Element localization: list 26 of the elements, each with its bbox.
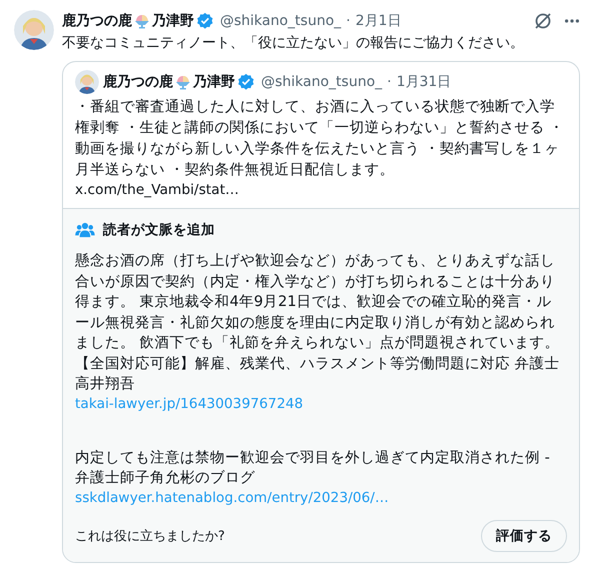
author-handle: @shikano_tsuno_ [220,13,342,29]
author-name: 鹿乃つの鹿 [62,12,132,30]
avatar [14,10,54,50]
slashed-circle-icon[interactable] [533,11,553,31]
helpful-question: これは役に立ちましたか? [75,528,225,544]
author-handle: @shikano_tsuno_ [261,74,382,90]
quoted-post-text: ・番組で審査通過した人に対して、お酒に入っている状態で独断で入学権剥奪 ・生徒と講師の関係において「一切逆らわない」と誓約させる ・動画を撮りながら新しい入学条件を伝えたいと言う ・契約書写しを１ヶ月半送らない ・契約条件無視近日配信します。 [75,98,565,180]
quoted-post-link[interactable]: x.com/the_Vambi/stat… [75,181,567,200]
note-heading: 読者が文脈を追加 [103,221,215,239]
post-date[interactable]: 2月1日 [355,12,402,30]
note-text: 懸念お酒の席（打ち上げや歓迎会など）があっても、とりあえずな話し合いが原因で契約（内定・権入学など）が打ち切られることは十分あり得ます。 東京地裁令和4年9月21日では、歓迎会での確立恥的発言・ルール無視発言・礼節欠如の態度を理由に内定取り消しが有効と認められました。 飲酒下でも「礼節を弁えられない」点が問題視されています。 [75,252,561,353]
rate-button[interactable]: 評価する [481,520,567,552]
shaved-ice-icon [175,74,191,90]
post-text: 不要なコミュニティノート、「役に立たない」の報告にご協力ください。 [62,34,525,53]
separator: · [387,74,392,90]
note-text: 内定しても注意は禁物ー歓迎会で羽目を外し過ぎて内定取消された例 - 弁護士師子角允彬のブログ [75,448,551,488]
author-name: 乃津野 [152,12,194,30]
note-text: 【全国対応可能】解雇、残業代、ハラスメント等労働問題に対応 弁護士高井翔吾 [75,354,561,394]
author-name: 乃津野 [193,73,235,91]
avatar [75,70,99,94]
people-icon [75,222,95,238]
separator: · [346,13,350,29]
post-date[interactable]: 1月31日 [396,73,452,91]
author-name: 鹿乃つの鹿 [103,73,173,91]
shaved-ice-icon [134,13,150,29]
quoted-post-card[interactable] [62,61,580,562]
